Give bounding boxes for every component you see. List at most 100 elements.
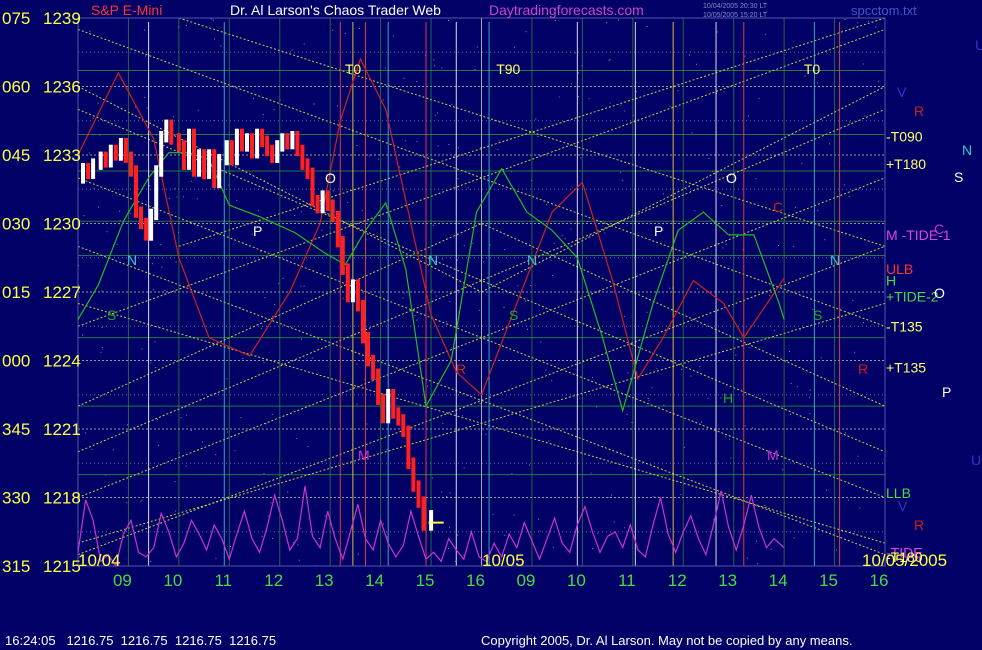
price-bar [386, 389, 391, 424]
speckle-dot [511, 473, 513, 475]
speckle-dot [160, 244, 162, 246]
speckle-dot [361, 209, 363, 211]
price-bar [91, 158, 96, 179]
speckle-dot [332, 29, 334, 31]
speckle-dot [478, 309, 480, 311]
speckle-dot [158, 444, 159, 446]
speckle-dot [106, 231, 108, 233]
speckle-dot [752, 427, 753, 429]
price-bar [129, 151, 133, 177]
planet-glyph: N [830, 252, 840, 268]
speckle-dot [226, 378, 228, 380]
speckle-dot [182, 196, 184, 198]
price-bar [361, 300, 365, 344]
speckle-dot [278, 282, 280, 284]
speckle-dot [514, 46, 516, 48]
speckle-dot [571, 83, 573, 85]
price-bar [245, 133, 249, 152]
speckle-dot [570, 228, 572, 230]
speckle-dot [618, 19, 619, 21]
speckle-dot [146, 107, 148, 109]
speckle-dot [848, 196, 850, 198]
speckle-dot [612, 291, 614, 293]
speckle-dot [432, 477, 434, 479]
y-price-tick: 1221 [43, 420, 81, 439]
site-link[interactable]: Daytradingforecasts.com [489, 2, 644, 18]
price-bar [260, 128, 265, 147]
planet-glyph: P [253, 223, 262, 239]
speckle-dot [93, 187, 95, 189]
speckle-dot [215, 558, 217, 560]
planet-glyph: P [654, 223, 663, 239]
planet-glyph: P [942, 384, 951, 400]
speckle-dot [402, 297, 404, 299]
speckle-dot [826, 489, 827, 491]
speckle-dot [794, 206, 796, 208]
speckle-dot [404, 140, 406, 142]
speckle-dot [227, 431, 228, 433]
chart-title: Dr. Al Larson's Chaos Trader Web [230, 2, 441, 18]
planet-glyph: V [898, 498, 908, 514]
speckle-dot [126, 502, 128, 504]
y-angle-tick: 345 [2, 420, 30, 439]
speckle-dot [150, 362, 152, 364]
speckle-dot [358, 28, 360, 29]
speckle-dot [84, 432, 86, 434]
speckle-dot [467, 187, 469, 189]
x-hour-tick: 16 [466, 571, 485, 590]
speckle-dot [447, 548, 449, 549]
planet-glyph: R [914, 103, 924, 119]
speckle-dot [437, 112, 439, 114]
planet-glyph: S [107, 307, 116, 323]
data-file-name: spcctom.txt [851, 3, 917, 18]
speckle-dot [210, 18, 212, 20]
speckle-dot [324, 515, 326, 517]
speckle-dot [539, 530, 541, 532]
y-price-tick: 1236 [43, 78, 81, 97]
speckle-dot [215, 454, 217, 456]
speckle-dot [433, 59, 435, 61]
speckle-dot [291, 49, 293, 51]
planet-glyph: N [428, 252, 438, 268]
speckle-dot [457, 534, 459, 536]
speckle-dot [112, 449, 114, 451]
price-bar [325, 190, 330, 211]
y-angle-tick: 075 [2, 9, 30, 28]
speckle-dot [735, 354, 737, 356]
price-bar [280, 133, 285, 152]
speckle-dot [577, 96, 579, 98]
x-hour-tick: 09 [516, 571, 535, 590]
speckle-dot [677, 90, 679, 92]
speckle-dot [746, 557, 748, 559]
speckle-dot [624, 110, 626, 112]
price-bar [123, 137, 128, 163]
planet-glyph: U [975, 37, 982, 53]
price-bar [366, 332, 370, 367]
y-angle-tick: 060 [2, 78, 30, 97]
speckle-dot [446, 496, 448, 497]
speckle-dot [454, 560, 456, 562]
price-bar [118, 137, 123, 161]
speckle-dot [608, 60, 610, 61]
level-label: +T180 [886, 156, 926, 172]
price-bar [391, 389, 396, 419]
speckle-dot [143, 96, 145, 98]
speckle-dot [264, 297, 266, 299]
speckle-dot [844, 432, 846, 434]
speckle-dot [230, 546, 231, 547]
speckle-dot [142, 525, 144, 527]
price-bar [108, 144, 113, 168]
speckle-dot [608, 496, 610, 498]
y-angle-tick: 045 [2, 146, 30, 165]
planet-glyph: N [127, 252, 137, 268]
speckle-dot [294, 215, 296, 216]
speckle-dot [161, 266, 163, 268]
speckle-dot [234, 450, 236, 452]
speckle-dot [378, 158, 380, 160]
speckle-dot [589, 235, 591, 237]
speckle-dot [817, 209, 819, 211]
speckle-dot [140, 500, 142, 502]
speckle-dot [799, 329, 801, 331]
speckle-dot [764, 505, 766, 507]
price-bar [411, 457, 416, 492]
